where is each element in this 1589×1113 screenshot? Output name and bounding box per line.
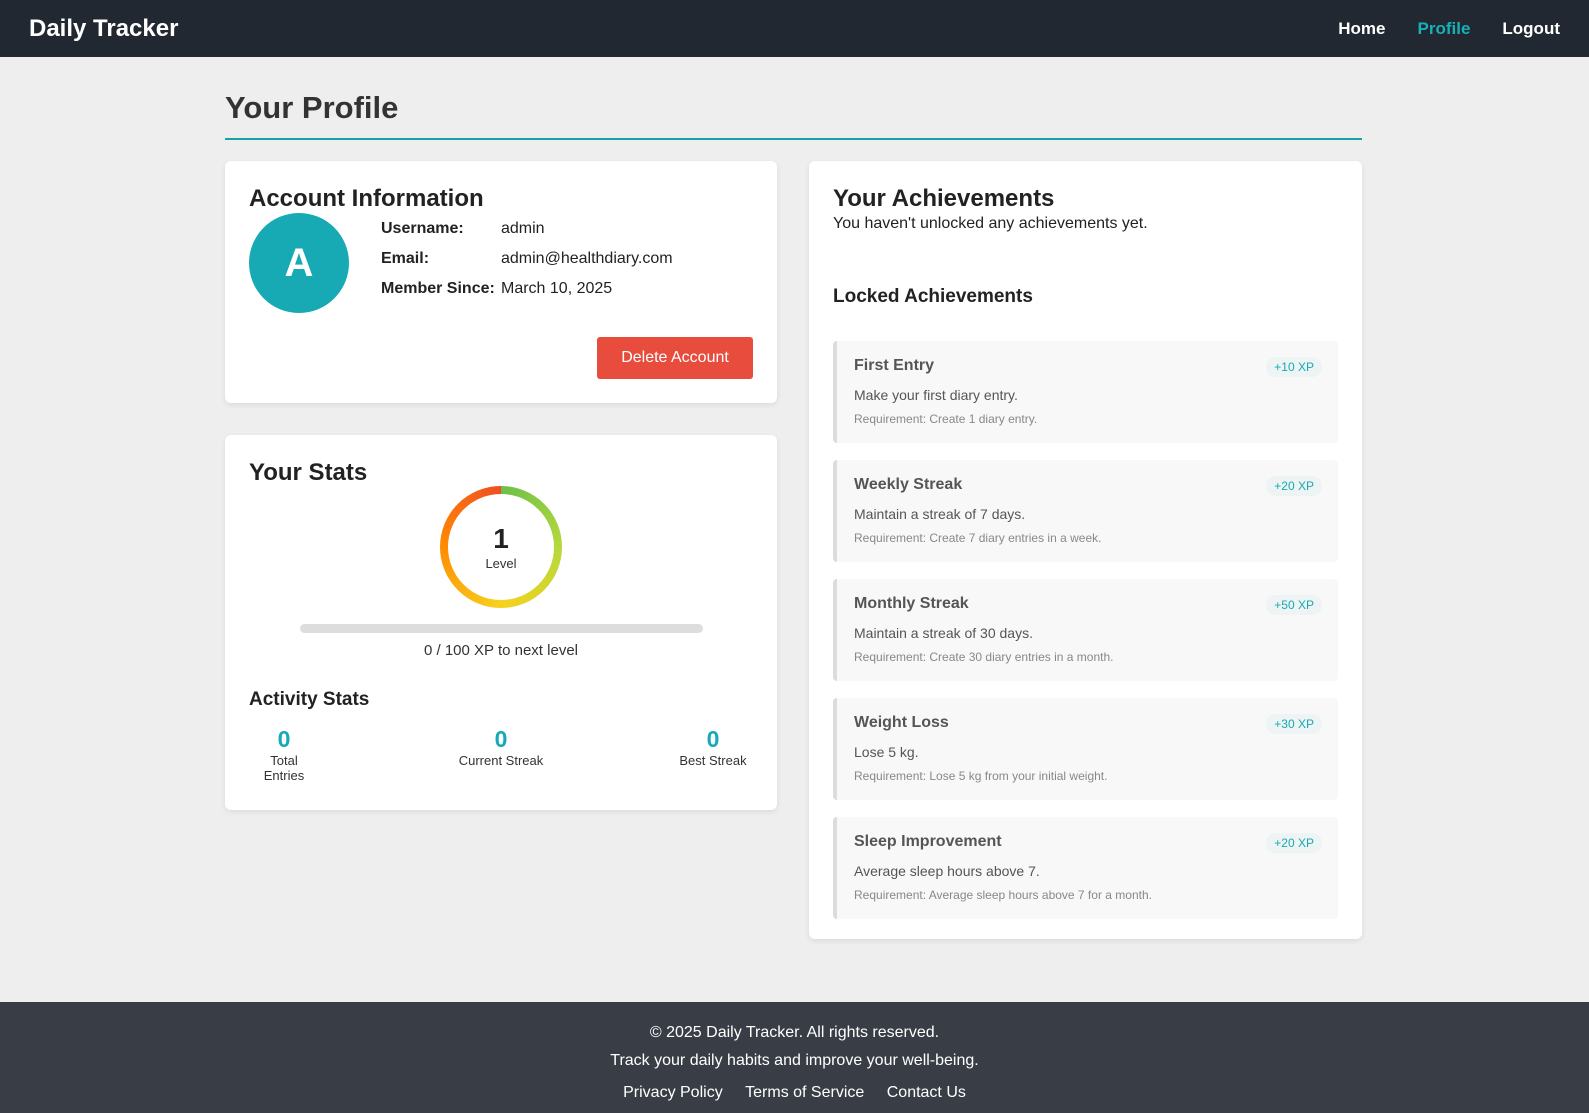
achievement-requirement: Requirement: Create 30 diary entries in …: [854, 650, 1114, 664]
nav-home-link[interactable]: Home: [1338, 19, 1385, 39]
level-ring: 1 Level: [440, 486, 562, 608]
brand-logo[interactable]: Daily Tracker: [29, 15, 178, 43]
stats-card: Your Stats 1 Level 0 / 100 XP to next le…: [225, 435, 777, 810]
level-ring-inner: 1 Level: [448, 494, 554, 600]
xp-progress-text: 0 / 100 XP to next level: [424, 642, 578, 659]
stat-total-entries-label: Total Entries: [263, 753, 305, 783]
achievement-item: Weekly Streak Maintain a streak of 7 day…: [833, 460, 1338, 562]
achievement-item: Sleep Improvement Average sleep hours ab…: [833, 817, 1338, 919]
footer-terms-link[interactable]: Terms of Service: [745, 1084, 864, 1101]
account-card-title: Account Information: [249, 185, 484, 212]
info-row-username: Username: admin: [381, 214, 673, 244]
stat-best-streak-value: 0: [706, 726, 720, 752]
achievement-desc: Maintain a streak of 30 days.: [854, 625, 1033, 641]
nav-logout-link[interactable]: Logout: [1502, 19, 1560, 39]
locked-achievements-title: Locked Achievements: [833, 286, 1033, 307]
achievement-requirement: Requirement: Lose 5 kg from your initial…: [854, 769, 1108, 783]
achievement-xp-badge: +50 XP: [1266, 595, 1322, 615]
stat-total-entries-value: 0: [277, 726, 291, 752]
achievement-requirement: Requirement: Create 7 diary entries in a…: [854, 531, 1102, 545]
footer-links: Privacy Policy Terms of Service Contact …: [0, 1084, 1589, 1102]
account-card: Account Information A Username: admin Em…: [225, 161, 777, 403]
achievement-desc: Average sleep hours above 7.: [854, 863, 1040, 879]
footer-copyright: © 2025 Daily Tracker. All rights reserve…: [649, 1024, 940, 1041]
achievement-name: Weekly Streak: [854, 476, 963, 493]
avatar: A: [249, 213, 349, 313]
achievement-desc: Lose 5 kg.: [854, 744, 919, 760]
achievement-xp-badge: +30 XP: [1266, 714, 1322, 734]
username-value: admin: [501, 220, 545, 237]
navbar: Daily Tracker Home Profile Logout: [0, 0, 1589, 57]
level-label: Level: [485, 555, 517, 571]
achievement-xp-badge: +10 XP: [1266, 357, 1322, 377]
email-label: Email:: [381, 250, 430, 267]
achievement-requirement: Requirement: Create 1 diary entry.: [854, 412, 1038, 426]
achievement-item: Weight Loss Lose 5 kg. Requirement: Lose…: [833, 698, 1338, 800]
achievement-item: Monthly Streak Maintain a streak of 30 d…: [833, 579, 1338, 681]
level-number: 1: [493, 522, 509, 554]
achievement-desc: Maintain a streak of 7 days.: [854, 506, 1026, 522]
member-since-value: March 10, 2025: [501, 280, 613, 297]
stats-card-title: Your Stats: [249, 459, 368, 486]
achievement-xp-badge: +20 XP: [1266, 476, 1322, 496]
nav-links: Home Profile Logout: [1306, 19, 1560, 39]
nav-profile-link[interactable]: Profile: [1418, 19, 1471, 39]
xp-progress-bar: [300, 624, 703, 633]
stat-best-streak: 0 Best Streak: [673, 727, 753, 768]
delete-account-button[interactable]: Delete Account: [597, 337, 753, 379]
email-value: admin@healthdiary.com: [501, 250, 673, 267]
achievement-xp-badge: +20 XP: [1266, 833, 1322, 853]
achievements-title: Your Achievements: [833, 185, 1055, 212]
stat-current-streak: 0 Current Streak: [449, 727, 553, 768]
achievement-desc: Make your first diary entry.: [854, 387, 1018, 403]
achievement-requirement: Requirement: Average sleep hours above 7…: [854, 888, 1152, 902]
page-title: Your Profile: [225, 90, 1362, 140]
info-row-email: Email: admin@healthdiary.com: [381, 244, 673, 274]
achievement-name: Sleep Improvement: [854, 833, 1002, 850]
member-since-label: Member Since:: [381, 280, 495, 297]
footer: © 2025 Daily Tracker. All rights reserve…: [0, 1002, 1589, 1113]
footer-contact-link[interactable]: Contact Us: [887, 1084, 966, 1101]
info-row-member-since: Member Since: March 10, 2025: [381, 274, 673, 304]
activity-stats-title: Activity Stats: [249, 689, 370, 710]
username-label: Username:: [381, 220, 464, 237]
achievement-name: First Entry: [854, 357, 935, 374]
achievement-name: Weight Loss: [854, 714, 949, 731]
achievements-empty-text: You haven't unlocked any achievements ye…: [833, 215, 1148, 232]
stat-best-streak-label: Best Streak: [679, 753, 747, 768]
footer-privacy-link[interactable]: Privacy Policy: [623, 1084, 723, 1101]
achievement-name: Monthly Streak: [854, 595, 969, 612]
footer-tagline: Track your daily habits and improve your…: [610, 1052, 979, 1069]
achievement-item: First Entry Make your first diary entry.…: [833, 341, 1338, 443]
stat-current-streak-value: 0: [494, 726, 508, 752]
achievements-card: Your Achievements You haven't unlocked a…: [809, 161, 1362, 939]
account-info: Username: admin Email: admin@healthdiary…: [381, 214, 673, 304]
stat-current-streak-label: Current Streak: [458, 753, 544, 768]
main-content: Your Profile: [225, 57, 1362, 140]
stat-total-entries: 0 Total Entries: [249, 727, 319, 783]
